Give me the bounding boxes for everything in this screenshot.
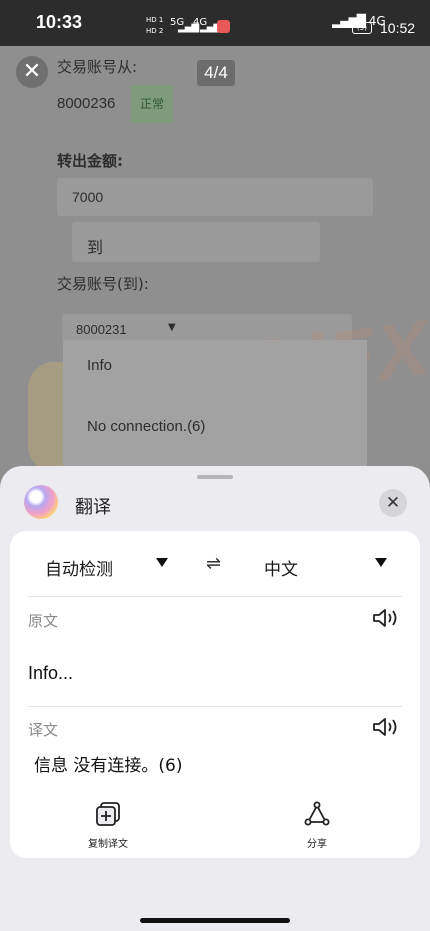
- translate-sheet: 翻译 ✕ 自动检测 ⇌ 中文 原文 Info... 译文 信息 没有连接。(6): [0, 466, 430, 931]
- result-label: 译文: [28, 721, 59, 739]
- divider: [28, 596, 402, 597]
- result-text: 信息 没有连接。(6): [34, 756, 183, 776]
- target-lang-caret-icon[interactable]: [375, 558, 387, 567]
- copy-translation-button[interactable]: 复制译文: [88, 801, 128, 850]
- divider: [28, 706, 402, 707]
- close-icon: ✕: [385, 493, 401, 513]
- translate-app-icon: [24, 485, 58, 519]
- info-dialog: Info No connection.(6): [63, 340, 367, 466]
- share-icon: [304, 801, 330, 826]
- source-text: Info...: [28, 663, 74, 683]
- sim1-label: HD 1: [146, 16, 164, 24]
- target-language-select[interactable]: 中文: [264, 555, 298, 580]
- to-account-value: 8000231: [76, 322, 127, 337]
- amount-value: 7000: [72, 189, 104, 205]
- sheet-close-button[interactable]: ✕: [379, 489, 407, 517]
- close-viewer-button[interactable]: ✕: [16, 56, 48, 88]
- close-icon: ✕: [22, 59, 42, 84]
- share-button[interactable]: 分享: [304, 801, 330, 850]
- to-word: 到: [87, 238, 104, 257]
- page-indicator: 4/4: [197, 60, 235, 86]
- to-field: [72, 222, 320, 262]
- status-badge: 正常: [131, 85, 173, 123]
- swap-languages-button[interactable]: ⇌: [206, 553, 221, 574]
- speaker-icon[interactable]: [372, 607, 402, 629]
- speaker-icon[interactable]: [372, 716, 402, 738]
- amount-field[interactable]: [57, 178, 373, 216]
- sheet-drag-handle[interactable]: [197, 475, 233, 479]
- recording-icon: [217, 20, 230, 33]
- dialog-title: Info: [87, 357, 113, 374]
- source-language-select[interactable]: 自动检测: [45, 555, 113, 580]
- copy-translation-label: 复制译文: [88, 839, 128, 850]
- amount-label: 转出金额:: [57, 152, 123, 170]
- copy-icon: [96, 802, 120, 826]
- source-lang-caret-icon[interactable]: [156, 558, 168, 567]
- to-account-label: 交易账号(到):: [57, 275, 149, 293]
- status-time: 10:33: [36, 12, 83, 32]
- from-account-label: 交易账号从:: [57, 58, 138, 76]
- source-label: 原文: [28, 612, 59, 630]
- battery-icon: (5): [352, 22, 372, 34]
- from-account-value: 8000236: [57, 95, 116, 112]
- status-bar: 10:33 HD 1 HD 2 5G ▂▄▆ 4G ▂▄▆ ▂▄▆█ 4G (5…: [0, 0, 430, 46]
- sheet-title: 翻译: [75, 497, 111, 518]
- status-time-secondary: 10:52: [380, 20, 416, 36]
- home-indicator[interactable]: [140, 918, 290, 923]
- dialog-message: No connection.(6): [87, 418, 206, 435]
- share-label: 分享: [307, 839, 327, 850]
- translate-card: 自动检测 ⇌ 中文 原文 Info... 译文 信息 没有连接。(6): [10, 531, 420, 858]
- sim2-label: HD 2: [146, 27, 164, 35]
- select-caret-icon: ▼: [168, 322, 176, 333]
